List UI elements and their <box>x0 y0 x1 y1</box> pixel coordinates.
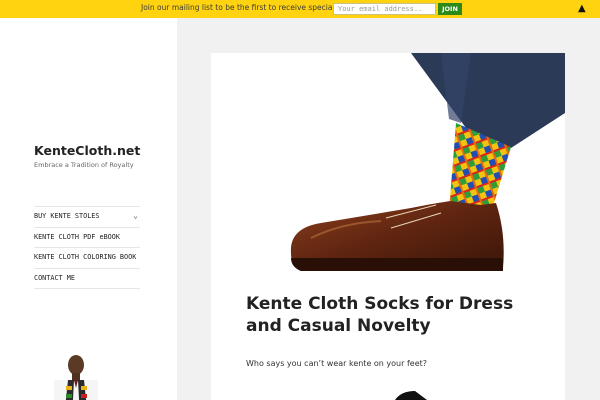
email-input[interactable] <box>333 3 436 15</box>
sidebar: KenteCloth.net Embrace a Tradition of Ro… <box>0 18 177 400</box>
post-title[interactable]: Kente Cloth Socks for Dress and Casual N… <box>246 293 546 337</box>
collapse-bar-icon[interactable]: ▲ <box>578 2 586 16</box>
post-card: Kente Cloth Socks for Dress and Casual N… <box>211 53 565 400</box>
nav-item-label: KENTE CLOTH PDF eBOOK <box>34 232 120 241</box>
main-nav: BUY KENTE STOLES ⌄ KENTE CLOTH PDF eBOOK… <box>34 206 140 289</box>
nav-item-coloring-book[interactable]: KENTE CLOTH COLORING BOOK <box>34 247 140 268</box>
nav-item-buy-kente-stoles[interactable]: BUY KENTE STOLES ⌄ <box>34 206 140 227</box>
nav-item-label: BUY KENTE STOLES <box>34 212 100 220</box>
kente-sock-shoe-image[interactable] <box>211 53 565 273</box>
kente-stole-model-image <box>54 355 98 400</box>
site-tagline: Embrace a Tradition of Royalty <box>34 161 134 169</box>
join-button[interactable]: JOIN <box>438 3 462 15</box>
nav-item-contact[interactable]: CONTACT ME <box>34 267 140 289</box>
nav-item-pdf-ebook[interactable]: KENTE CLOTH PDF eBOOK <box>34 226 140 248</box>
mailing-list-bar: Join our mailing list to be the first to… <box>0 0 600 18</box>
site-title[interactable]: KenteCloth.net <box>34 143 140 158</box>
post-excerpt: Who says you can’t wear kente on your fe… <box>246 359 427 368</box>
mailing-list-message: Join our mailing list to be the first to… <box>141 3 362 12</box>
nav-item-label: KENTE CLOTH COLORING BOOK <box>34 253 137 261</box>
partial-image <box>395 391 427 400</box>
chevron-down-icon[interactable]: ⌄ <box>133 211 138 221</box>
nav-item-label: CONTACT ME <box>34 273 75 282</box>
